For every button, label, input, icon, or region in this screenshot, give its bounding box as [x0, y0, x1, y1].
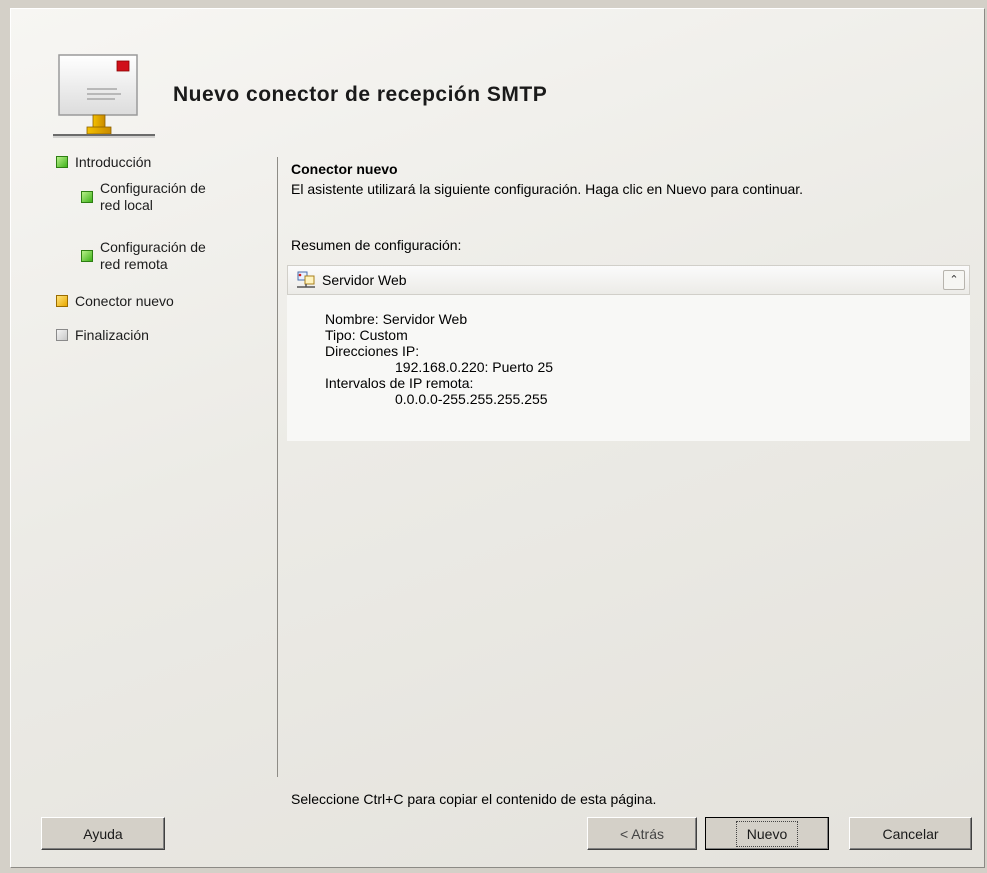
- server-network-icon: [297, 271, 315, 288]
- step-complete-icon: [81, 191, 93, 203]
- panel-divider: [277, 157, 278, 777]
- help-button[interactable]: Ayuda: [41, 817, 165, 850]
- summary-ip-label: Direcciones IP:: [325, 343, 420, 359]
- section-heading: Conector nuevo: [291, 161, 398, 177]
- summary-type: Tipo: Custom: [325, 327, 408, 343]
- next-button[interactable]: Nuevo: [705, 817, 829, 850]
- copy-hint: Seleccione Ctrl+C para copiar el conteni…: [291, 791, 657, 807]
- cancel-button[interactable]: Cancelar: [849, 817, 972, 850]
- step-complete-icon: [81, 250, 93, 262]
- cancel-button-label: Cancelar: [882, 825, 939, 842]
- summary-title: Servidor Web: [322, 272, 407, 288]
- help-button-label: Ayuda: [83, 825, 123, 842]
- summary-label: Resumen de configuración:: [291, 237, 462, 253]
- step-configuracion-red-remota: Configuración de red remota: [81, 239, 206, 273]
- intro-text: El asistente utilizará la siguiente conf…: [291, 181, 804, 197]
- step-conector-nuevo: Conector nuevo: [56, 293, 174, 310]
- step-pending-icon: [56, 329, 68, 341]
- wizard-window: Nuevo conector de recepción SMTP Introdu…: [10, 8, 985, 868]
- step-label: Conector nuevo: [75, 293, 174, 309]
- next-button-label: Nuevo: [735, 820, 799, 847]
- step-label: Finalización: [75, 327, 149, 343]
- step-introduccion: Introducción: [56, 154, 151, 171]
- summary-remote-value: 0.0.0.0-255.255.255.255: [395, 391, 548, 407]
- summary-remote-label: Intervalos de IP remota:: [325, 375, 474, 391]
- chevron-up-icon: ⌃: [949, 273, 959, 286]
- summary-name: Nombre: Servidor Web: [325, 311, 468, 327]
- wizard-title: Nuevo conector de recepción SMTP: [173, 83, 548, 106]
- summary-ip-value: 192.168.0.220: Puerto 25: [395, 359, 554, 375]
- step-configuracion-red-local: Configuración de red local: [81, 180, 206, 214]
- smtp-connector-icon: [53, 54, 155, 138]
- collapse-button[interactable]: ⌃: [943, 270, 965, 290]
- summary-details: Nombre: Servidor Web Tipo: Custom Direcc…: [287, 295, 970, 441]
- step-label: Introducción: [75, 154, 152, 170]
- summary-header[interactable]: Servidor Web ⌃: [287, 265, 970, 295]
- step-complete-icon: [56, 156, 68, 168]
- back-button-label: < Atrás: [620, 825, 664, 842]
- step-label: Configuración de red remota: [100, 239, 206, 272]
- step-label: Configuración de red local: [100, 180, 206, 213]
- step-current-icon: [56, 295, 68, 307]
- step-finalizacion: Finalización: [56, 327, 149, 344]
- back-button[interactable]: < Atrás: [587, 817, 697, 850]
